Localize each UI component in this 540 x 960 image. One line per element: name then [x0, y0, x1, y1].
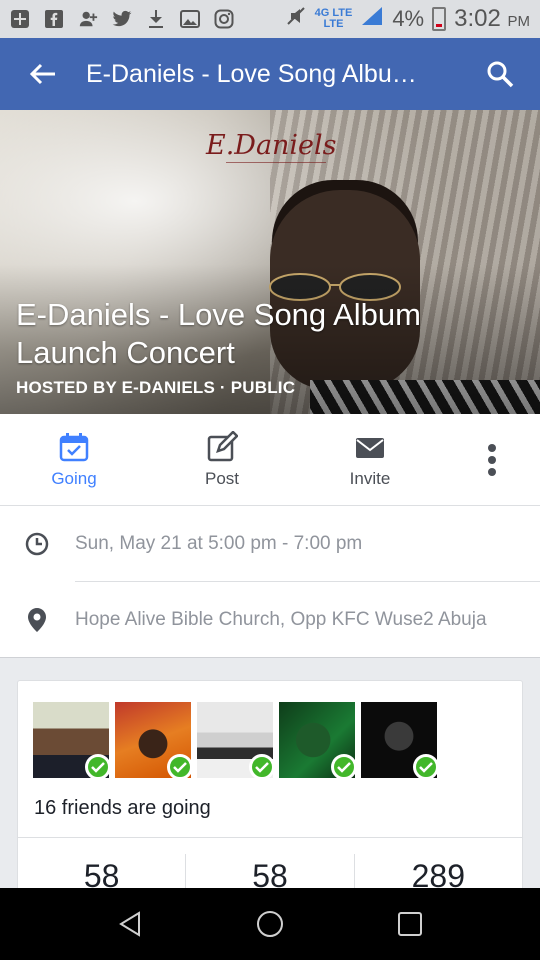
signal-icon [360, 5, 384, 33]
avatar[interactable] [197, 702, 275, 780]
edit-icon [207, 430, 238, 461]
friends-going-text[interactable]: 16 friends are going [34, 797, 211, 820]
event-title: E-Daniels - Love Song Album Launch Conce… [16, 297, 421, 370]
square-recents-icon [398, 912, 422, 936]
mute-icon [285, 5, 307, 33]
arrow-left-icon [29, 63, 55, 85]
triangle-back-icon [119, 911, 140, 937]
envelope-icon [356, 437, 384, 458]
invite-button[interactable]: Invite [296, 414, 444, 505]
clock-icon [0, 532, 75, 556]
facebook-icon [44, 9, 64, 29]
add-box-icon [10, 9, 30, 29]
status-bar: 4G LTE LTE 4% 3:02 PM [0, 0, 540, 38]
system-nav-bar [0, 888, 540, 960]
event-datetime: Sun, May 21 at 5:00 pm - 7:00 pm [75, 533, 363, 554]
avatar[interactable] [115, 702, 193, 780]
network-indicator: 4G LTE LTE [314, 7, 353, 30]
more-vertical-icon [488, 443, 496, 476]
check-icon [85, 754, 111, 780]
event-location: Hope Alive Bible Church, Opp KFC Wuse2 A… [75, 609, 487, 630]
going-button[interactable]: Going [0, 414, 148, 505]
download-icon [146, 9, 166, 29]
image-icon [180, 9, 200, 29]
location-pin-icon [0, 607, 75, 633]
more-options-button[interactable] [444, 414, 540, 505]
search-icon [487, 61, 514, 88]
check-icon [249, 754, 275, 780]
instagram-icon [214, 9, 234, 29]
app-bar: E-Daniels - Love Song Albu… [0, 38, 540, 110]
post-button[interactable]: Post [148, 414, 296, 505]
check-icon [167, 754, 193, 780]
check-icon [413, 754, 439, 780]
avatar[interactable] [279, 702, 357, 780]
event-location-row[interactable]: Hope Alive Bible Church, Opp KFC Wuse2 A… [0, 582, 540, 658]
avatar[interactable] [33, 702, 111, 780]
event-info: Sun, May 21 at 5:00 pm - 7:00 pm Hope Al… [0, 506, 540, 658]
post-label: Post [204, 468, 240, 488]
avatar[interactable] [361, 702, 439, 780]
friends-going-card: 16 friends are going 58 58 289 [17, 680, 523, 921]
page-title: E-Daniels - Love Song Albu… [86, 59, 417, 88]
circle-home-icon [257, 911, 283, 937]
event-actions: Going Post Invite [0, 414, 540, 506]
battery-icon [432, 7, 447, 31]
twitter-icon [112, 9, 132, 29]
user-add-icon [78, 9, 98, 29]
event-cover-photo[interactable]: E.Daniels E-Daniels - Love Song Album La… [0, 110, 540, 414]
nav-recents-button[interactable] [380, 894, 440, 954]
clock: 3:02 PM [454, 5, 530, 32]
hosted-by[interactable]: HOSTED BY E-DANIELS · PUBLIC [16, 378, 295, 398]
back-button[interactable] [0, 38, 86, 110]
nav-home-button[interactable] [240, 894, 300, 954]
event-datetime-row[interactable]: Sun, May 21 at 5:00 pm - 7:00 pm [0, 506, 540, 582]
nav-back-button[interactable] [100, 894, 160, 954]
battery-percent: 4% [392, 6, 425, 31]
artist-logo: E.Daniels [206, 130, 337, 161]
going-label: Going [51, 468, 97, 488]
friend-avatars [33, 702, 439, 780]
calendar-check-icon [59, 432, 89, 461]
check-icon [331, 754, 357, 780]
invite-label: Invite [349, 468, 391, 488]
search-button[interactable] [460, 38, 540, 110]
